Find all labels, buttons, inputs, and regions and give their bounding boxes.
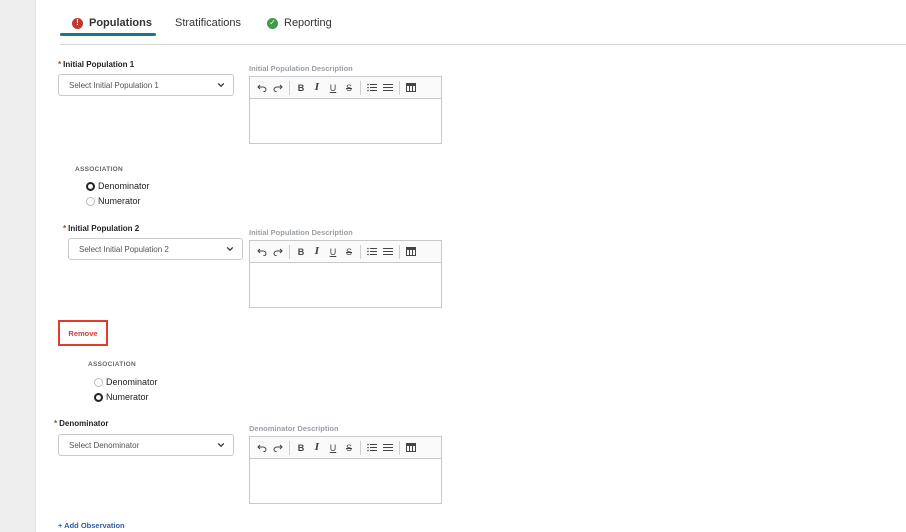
editor-toolbar: B I U S <box>250 437 441 459</box>
toolbar-separator <box>360 80 361 95</box>
radio-numerator[interactable]: Numerator <box>94 392 149 402</box>
radio-button[interactable] <box>86 196 95 206</box>
ordered-list-icon[interactable] <box>365 81 379 95</box>
undo-icon[interactable] <box>255 245 269 259</box>
initial-population-1-description-label: Initial Population Description <box>249 64 353 73</box>
active-tab-indicator <box>60 33 156 36</box>
undo-icon[interactable] <box>255 441 269 455</box>
radio-numerator[interactable]: Numerator <box>86 196 141 206</box>
initial-population-2-description-label: Initial Population Description <box>249 228 353 237</box>
tab-populations[interactable]: ! Populations <box>72 14 152 32</box>
denominator-select[interactable]: Select Denominator <box>58 434 234 456</box>
radio-label: Numerator <box>106 392 149 402</box>
denominator-description-label: Denominator Description <box>249 424 339 433</box>
strikethrough-button[interactable]: S <box>342 245 356 259</box>
toolbar-separator <box>360 244 361 259</box>
association-title: ASSOCIATION <box>75 166 123 173</box>
ordered-list-icon[interactable] <box>365 441 379 455</box>
denominator-label-text: Denominator <box>59 419 109 428</box>
radio-label: Denominator <box>106 377 158 387</box>
initial-population-1-label-text: Initial Population 1 <box>63 60 135 69</box>
chevron-down-icon <box>217 82 225 88</box>
strikethrough-button[interactable]: S <box>342 441 356 455</box>
table-icon[interactable] <box>404 245 418 259</box>
bullet-list-icon[interactable] <box>381 245 395 259</box>
chevron-down-icon <box>226 246 234 252</box>
initial-population-2-select[interactable]: Select Initial Population 2 <box>68 238 243 260</box>
denominator-select-value: Select Denominator <box>69 440 140 450</box>
toolbar-separator <box>399 244 400 259</box>
redo-icon[interactable] <box>271 245 285 259</box>
table-icon[interactable] <box>404 441 418 455</box>
association-title: ASSOCIATION <box>88 361 136 368</box>
denominator-label: * Denominator <box>54 419 108 428</box>
toolbar-separator <box>399 80 400 95</box>
toolbar-separator <box>289 244 290 259</box>
editor-toolbar: B I U S <box>250 241 441 263</box>
bold-button[interactable]: B <box>294 81 308 95</box>
table-icon[interactable] <box>404 81 418 95</box>
toolbar-separator <box>289 440 290 455</box>
radio-label: Denominator <box>98 181 150 191</box>
tab-reporting[interactable]: ✓ Reporting <box>267 14 332 32</box>
initial-population-1-description-editor[interactable]: B I U S <box>249 76 442 144</box>
bullet-list-icon[interactable] <box>381 441 395 455</box>
radio-button[interactable] <box>94 377 103 387</box>
radio-denominator[interactable]: Denominator <box>94 377 158 387</box>
italic-button[interactable]: I <box>310 245 324 259</box>
underline-button[interactable]: U <box>326 441 340 455</box>
bold-button[interactable]: B <box>294 441 308 455</box>
tab-stratifications[interactable]: Stratifications <box>175 14 241 32</box>
initial-population-2-select-value: Select Initial Population 2 <box>79 244 169 254</box>
left-rail <box>0 0 36 532</box>
underline-button[interactable]: U <box>326 245 340 259</box>
toolbar-separator <box>399 440 400 455</box>
tab-populations-label: Populations <box>89 17 152 29</box>
radio-label: Numerator <box>98 196 141 206</box>
add-observation-link[interactable]: + Add Observation <box>58 521 125 530</box>
required-marker: * <box>63 224 67 233</box>
strikethrough-button[interactable]: S <box>342 81 356 95</box>
italic-button[interactable]: I <box>310 81 324 95</box>
italic-button[interactable]: I <box>310 441 324 455</box>
tab-stratifications-label: Stratifications <box>175 17 242 29</box>
radio-button-checked[interactable] <box>94 392 103 402</box>
initial-population-2-description-editor[interactable]: B I U S <box>249 240 442 308</box>
undo-icon[interactable] <box>255 81 269 95</box>
bold-button[interactable]: B <box>294 245 308 259</box>
initial-population-2-label-text: Initial Population 2 <box>68 224 140 233</box>
check-circle-icon: ✓ <box>267 17 278 29</box>
remove-highlight-box: Remove <box>58 320 108 346</box>
initial-population-1-label: * Initial Population 1 <box>58 60 134 69</box>
tabs-divider <box>60 44 906 45</box>
editor-toolbar: B I U S <box>250 77 441 99</box>
initial-population-1-select-value: Select Initial Population 1 <box>69 80 159 90</box>
chevron-down-icon <box>217 442 225 448</box>
denominator-description-editor[interactable]: B I U S <box>249 436 442 504</box>
tab-reporting-label: Reporting <box>284 17 332 29</box>
radio-button-checked[interactable] <box>86 181 95 191</box>
bullet-list-icon[interactable] <box>381 81 395 95</box>
underline-button[interactable]: U <box>326 81 340 95</box>
redo-icon[interactable] <box>271 441 285 455</box>
toolbar-separator <box>360 440 361 455</box>
initial-population-2-label: * Initial Population 2 <box>63 224 139 233</box>
ordered-list-icon[interactable] <box>365 245 379 259</box>
redo-icon[interactable] <box>271 81 285 95</box>
error-icon: ! <box>72 17 83 29</box>
initial-population-1-select[interactable]: Select Initial Population 1 <box>58 74 234 96</box>
remove-button[interactable]: Remove <box>68 329 97 338</box>
required-marker: * <box>58 60 62 69</box>
radio-denominator[interactable]: Denominator <box>86 181 150 191</box>
required-marker: * <box>54 419 58 428</box>
toolbar-separator <box>289 80 290 95</box>
